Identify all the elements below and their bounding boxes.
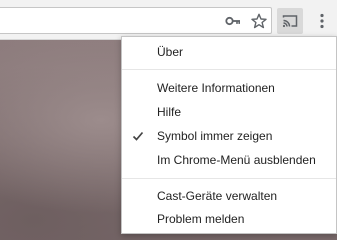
browser-toolbar <box>0 0 337 40</box>
menu-item-label: Cast-Geräte verwalten <box>157 189 278 203</box>
cast-icon <box>282 15 298 28</box>
cast-button[interactable] <box>277 8 303 34</box>
menu-item-manage-cast-devices[interactable]: Cast-Geräte verwalten <box>122 185 336 207</box>
menu-item-help[interactable]: Hilfe <box>122 101 336 123</box>
menu-item-label: Problem melden <box>157 212 245 226</box>
menu-item-learn-more[interactable]: Weitere Informationen <box>122 77 336 99</box>
menu-item-label: Symbol immer zeigen <box>157 129 273 143</box>
menu-item-report-problem[interactable]: Problem melden <box>122 208 336 230</box>
browser-window: Über Weitere Informationen Hilfe Symbol … <box>0 0 337 240</box>
key-icon[interactable] <box>225 13 241 29</box>
chrome-menu-button[interactable] <box>314 11 330 31</box>
menu-item-label: Weitere Informationen <box>157 81 275 95</box>
menu-separator <box>122 178 336 179</box>
menu-item-hide-in-chrome-menu[interactable]: Im Chrome-Menü ausblenden <box>122 149 336 171</box>
menu-item-label: Im Chrome-Menü ausblenden <box>157 153 316 167</box>
cast-context-menu: Über Weitere Informationen Hilfe Symbol … <box>121 36 337 234</box>
star-icon[interactable] <box>251 13 267 29</box>
more-vert-icon <box>320 13 324 29</box>
menu-item-about[interactable]: Über <box>122 41 336 63</box>
checkmark-icon <box>132 131 144 141</box>
menu-separator <box>122 69 336 70</box>
menu-item-always-show-icon[interactable]: Symbol immer zeigen <box>122 125 336 147</box>
menu-item-label: Hilfe <box>157 105 182 119</box>
menu-item-label: Über <box>157 45 184 59</box>
